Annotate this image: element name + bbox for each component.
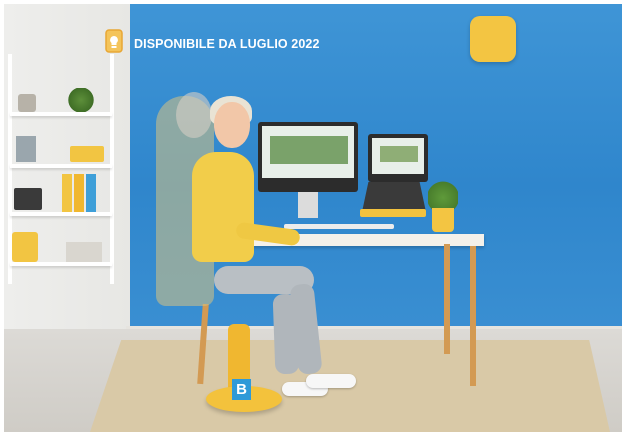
shelf-binder	[74, 174, 84, 212]
laptop-stand-base	[360, 209, 426, 217]
keyboard	[284, 224, 394, 229]
sneaker	[306, 374, 356, 388]
monitor-screen	[262, 126, 354, 178]
woman-torso	[192, 152, 254, 262]
shelf-binder	[62, 174, 72, 212]
shelf-frame	[16, 136, 36, 162]
desk-leg	[470, 246, 476, 386]
shelf-plant	[64, 88, 98, 112]
laptop-display	[372, 138, 424, 174]
product-photo	[4, 4, 622, 432]
shelf-box	[70, 146, 104, 162]
laptop-screen	[368, 134, 428, 182]
desk-plant	[428, 176, 458, 212]
shelf-vase	[18, 94, 36, 112]
desktop-monitor	[258, 122, 358, 192]
woman-shin	[272, 293, 300, 375]
desk-plant-pot	[432, 208, 454, 232]
woman-face	[214, 102, 250, 148]
shelf-board	[10, 112, 112, 116]
motion-ghost-head	[176, 92, 212, 138]
lamp-icon	[105, 29, 123, 53]
laptop-stand	[362, 182, 426, 212]
availability-headline: DISPONIBILE DA LUGLIO 2022	[134, 37, 320, 51]
shelf-tray	[14, 188, 42, 210]
shelf-book-stack	[66, 242, 102, 262]
shelf-board	[10, 262, 112, 266]
shelf-storage-box	[12, 232, 38, 262]
monitor-stand	[298, 192, 318, 218]
shelf-board	[10, 212, 112, 216]
wall-acoustic-panel	[470, 16, 516, 62]
laptop-screen-image	[380, 146, 418, 162]
screen-image	[270, 136, 348, 164]
shelf-binder	[86, 174, 96, 212]
callout-marker-b: B	[232, 379, 251, 400]
shelf-board	[10, 164, 112, 168]
shelf-post	[110, 54, 114, 284]
desk-leg	[444, 244, 450, 354]
